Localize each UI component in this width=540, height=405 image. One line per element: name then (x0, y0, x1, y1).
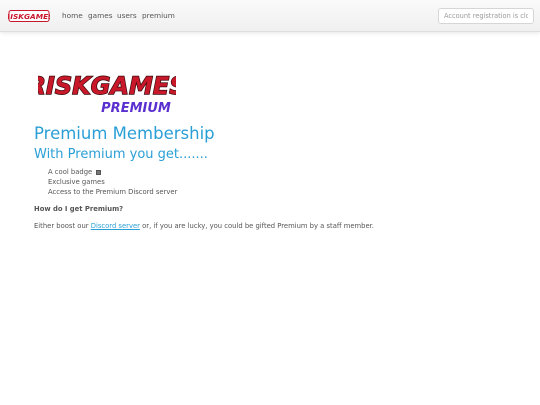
svg-text:RISKGAMES: RISKGAMES (38, 72, 176, 100)
search-input[interactable] (438, 8, 534, 24)
faq-answer: Either boost our Discord server or, if y… (34, 221, 374, 231)
faq-question: How do I get Premium? (34, 205, 124, 213)
perks-list: A cool badge Exclusive games Access to t… (48, 167, 177, 197)
list-item: A cool badge (48, 167, 177, 177)
premium-logo: RISKGAMES PREMIUM (38, 71, 176, 116)
answer-text-before: Either boost our (34, 222, 91, 230)
brand-logo[interactable]: RISKGAMES (8, 9, 50, 23)
badge-icon (96, 169, 102, 175)
page-title: Premium Membership (34, 124, 215, 143)
perk-label: Exclusive games (48, 178, 105, 186)
perk-label: A cool badge (48, 168, 93, 176)
nav-link-premium[interactable]: premium (142, 11, 175, 21)
list-item: Exclusive games (48, 177, 177, 187)
page-subtitle: With Premium you get....... (34, 147, 208, 162)
answer-text-after: or, if you are lucky, you could be gifte… (139, 222, 374, 230)
discord-server-link[interactable]: Discord server (91, 222, 140, 230)
navbar: RISKGAMES home games users premium (0, 0, 540, 32)
nav-link-games[interactable]: games (88, 11, 113, 21)
list-item: Access to the Premium Discord server (48, 187, 177, 197)
nav-link-users[interactable]: users (117, 11, 137, 21)
svg-text:PREMIUM: PREMIUM (101, 101, 171, 116)
perk-label: Access to the Premium Discord server (48, 188, 178, 196)
svg-text:RISKGAMES: RISKGAMES (8, 12, 50, 21)
nav-link-home[interactable]: home (62, 11, 83, 21)
